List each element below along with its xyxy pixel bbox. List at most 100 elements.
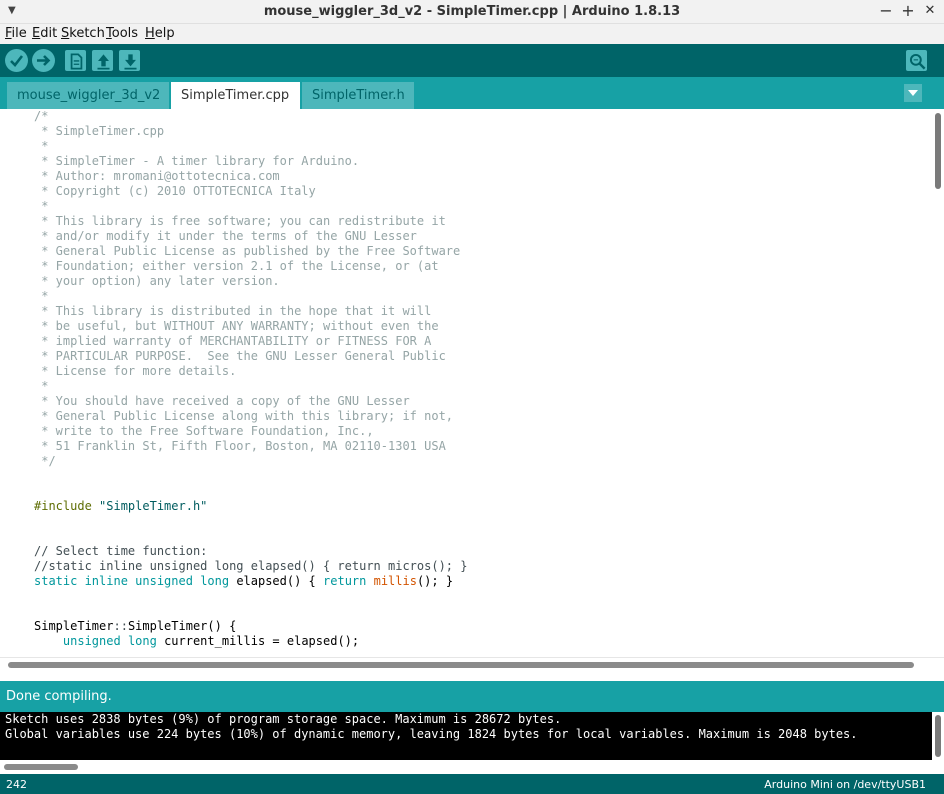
code-text[interactable]: /* * SimpleTimer.cpp * * SimpleTimer - A… xyxy=(34,109,467,649)
open-button[interactable] xyxy=(92,50,113,71)
code-token: * PARTICULAR PURPOSE. See the GNU Lesser… xyxy=(34,349,446,363)
code-line[interactable]: * SimpleTimer - A timer library for Ardu… xyxy=(34,154,467,169)
code-line[interactable] xyxy=(34,484,467,499)
code-token: millis xyxy=(373,574,417,588)
code-line[interactable]: */ xyxy=(34,454,467,469)
code-token: * General Public License as published by… xyxy=(34,244,461,258)
scroll-thumb[interactable] xyxy=(4,764,78,770)
open-icon xyxy=(97,54,110,70)
console-output[interactable]: Sketch uses 2838 bytes (9%) of program s… xyxy=(0,712,944,760)
code-line[interactable]: * xyxy=(34,289,467,304)
code-token: #include xyxy=(34,499,100,513)
code-line[interactable]: * Copyright (c) 2010 OTTOTECNICA Italy xyxy=(34,184,467,199)
tab-strip: mouse_wiggler_3d_v2 SimpleTimer.cpp Simp… xyxy=(0,77,944,109)
code-editor[interactable]: /* * SimpleTimer.cpp * * SimpleTimer - A… xyxy=(0,109,944,657)
code-token: static xyxy=(34,574,85,588)
code-line[interactable]: * General Public License along with this… xyxy=(34,409,467,424)
code-token: * SimpleTimer.cpp xyxy=(34,124,165,138)
chevron-down-icon xyxy=(908,90,918,96)
upload-button[interactable] xyxy=(32,49,55,72)
code-line[interactable]: * and/or modify it under the terms of th… xyxy=(34,229,467,244)
code-line[interactable]: * write to the Free Software Foundation,… xyxy=(34,424,467,439)
code-token: * Author: mromani@ottotecnica.com xyxy=(34,169,280,183)
tab-simpletimer-cpp[interactable]: SimpleTimer.cpp xyxy=(171,82,300,109)
code-line[interactable]: //static inline unsigned long elapsed() … xyxy=(34,559,467,574)
scroll-thumb[interactable] xyxy=(935,715,941,757)
editor-horizontal-scrollbar[interactable] xyxy=(0,657,944,671)
code-token: return xyxy=(323,574,374,588)
code-token: //static inline unsigned long elapsed() … xyxy=(34,559,468,573)
save-button[interactable] xyxy=(119,50,140,71)
code-line[interactable]: * xyxy=(34,139,467,154)
code-line[interactable]: * xyxy=(34,199,467,214)
code-token: * xyxy=(34,199,49,213)
code-token: * and/or modify it under the terms of th… xyxy=(34,229,417,243)
code-line[interactable]: * your option) any later version. xyxy=(34,274,467,289)
code-line[interactable]: * SimpleTimer.cpp xyxy=(34,124,467,139)
code-line[interactable]: * 51 Franklin St, Fifth Floor, Boston, M… xyxy=(34,439,467,454)
scroll-thumb[interactable] xyxy=(8,662,914,668)
code-token: elapsed() { xyxy=(236,574,324,588)
board-port: Arduino Mini on /dev/ttyUSB1 xyxy=(764,778,926,791)
code-token: unsigned xyxy=(62,634,128,648)
code-line[interactable]: #include "SimpleTimer.h" xyxy=(34,499,467,514)
menu-help[interactable]: Help xyxy=(145,26,175,41)
code-line[interactable] xyxy=(34,514,467,529)
console-vertical-scrollbar[interactable] xyxy=(932,712,944,760)
code-line[interactable]: * License for more details. xyxy=(34,364,467,379)
code-line[interactable]: * xyxy=(34,379,467,394)
code-token: * You should have received a copy of the… xyxy=(34,394,410,408)
code-token: * xyxy=(34,139,49,153)
code-line[interactable]: * Foundation; either version 2.1 of the … xyxy=(34,259,467,274)
code-line[interactable]: * General Public License as published by… xyxy=(34,244,467,259)
code-line[interactable]: * You should have received a copy of the… xyxy=(34,394,467,409)
close-button[interactable]: ✕ xyxy=(920,1,940,21)
code-line[interactable]: * implied warranty of MERCHANTABILITY or… xyxy=(34,334,467,349)
code-token: inline xyxy=(84,574,136,588)
menu-file[interactable]: File xyxy=(5,26,27,41)
code-line[interactable]: // Select time function: xyxy=(34,544,467,559)
toolbar xyxy=(0,44,944,77)
new-icon xyxy=(70,53,83,70)
code-line[interactable]: * be useful, but WITHOUT ANY WARRANTY; w… xyxy=(34,319,467,334)
code-line[interactable]: unsigned long current_millis = elapsed()… xyxy=(34,634,467,649)
code-token: current_millis = elapsed(); xyxy=(164,634,360,648)
code-line[interactable] xyxy=(34,589,467,604)
code-line[interactable]: SimpleTimer::SimpleTimer() { xyxy=(34,619,467,634)
code-line[interactable]: * This library is distributed in the hop… xyxy=(34,304,467,319)
tab-mouse-wiggler[interactable]: mouse_wiggler_3d_v2 xyxy=(7,82,169,109)
verify-button[interactable] xyxy=(5,49,28,72)
menu-sketch[interactable]: Sketch xyxy=(61,26,105,41)
maximize-button[interactable]: + xyxy=(898,1,918,21)
code-token: * This library is free software; you can… xyxy=(34,214,446,228)
code-token: SimpleTimer xyxy=(34,619,114,633)
divider xyxy=(0,671,944,681)
code-token: SimpleTimer() { xyxy=(127,619,237,633)
code-line[interactable]: * PARTICULAR PURPOSE. See the GNU Lesser… xyxy=(34,349,467,364)
code-line[interactable] xyxy=(34,604,467,619)
minimize-button[interactable]: − xyxy=(876,1,896,21)
code-line[interactable]: * This library is free software; you can… xyxy=(34,214,467,229)
code-token: * 51 Franklin St, Fifth Floor, Boston, M… xyxy=(34,439,446,453)
code-token: (); } xyxy=(416,574,454,588)
tab-menu-button[interactable] xyxy=(904,84,922,102)
code-line[interactable] xyxy=(34,469,467,484)
scroll-thumb[interactable] xyxy=(935,113,941,189)
menu-edit[interactable]: Edit xyxy=(32,26,57,41)
code-token: * License for more details. xyxy=(34,364,237,378)
menu-tools[interactable]: Tools xyxy=(106,26,138,41)
code-line[interactable]: static inline unsigned long elapsed() { … xyxy=(34,574,467,589)
code-line[interactable]: /* xyxy=(34,109,467,124)
console-horizontal-scrollbar[interactable] xyxy=(0,760,944,774)
editor-vertical-scrollbar[interactable] xyxy=(932,109,944,657)
new-button[interactable] xyxy=(65,50,86,71)
tab-simpletimer-h[interactable]: SimpleTimer.h xyxy=(302,82,414,109)
serial-monitor-button[interactable] xyxy=(906,50,927,71)
upload-icon xyxy=(37,55,51,66)
serial-monitor-icon xyxy=(909,53,926,70)
code-line[interactable]: * Author: mromani@ottotecnica.com xyxy=(34,169,467,184)
code-line[interactable] xyxy=(34,529,467,544)
line-number: 242 xyxy=(6,778,27,791)
code-token: * SimpleTimer - A timer library for Ardu… xyxy=(34,154,360,168)
